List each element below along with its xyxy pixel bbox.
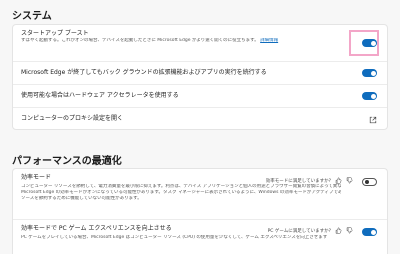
efficiency-mode-desc-3: ソースを節約するために機能していない可能性があります。 xyxy=(21,196,142,201)
background-extensions-row: Microsoft Edge が終了してもバック グラウンドの拡張機能およびアプ… xyxy=(13,62,387,85)
thumbs-up-icon[interactable] xyxy=(335,227,342,234)
startup-boost-title: スタートアップ ブースト xyxy=(21,30,89,37)
efficiency-mode-row: 効率モード コンピューター リソースを節約して、電力消費量を最小限に抑えます。利… xyxy=(13,169,387,220)
thumbs-down-icon[interactable] xyxy=(346,177,353,184)
thumbs-down-icon[interactable] xyxy=(346,227,353,234)
proxy-settings-title: コンピューターのプロキシ設定を開く xyxy=(21,115,124,122)
pc-game-feedback-label: PC ゲームに満足していますか? xyxy=(267,228,331,234)
background-extensions-title: Microsoft Edge が終了してもバック グラウンドの拡張機能およびアプ… xyxy=(21,69,267,76)
learn-more-link[interactable]: 詳細情報 xyxy=(260,38,278,43)
efficiency-feedback: 効率モードに満足していますか? xyxy=(266,177,353,184)
startup-boost-desc: すばやく起動する。これがオンの場合、デバイスを起動したときに Microsoft… xyxy=(21,38,279,43)
efficiency-mode-toggle[interactable] xyxy=(362,178,377,186)
performance-card: 効率モード コンピューター リソースを節約して、電力消費量を最小限に抑えます。利… xyxy=(12,168,388,254)
startup-boost-row: スタートアップ ブースト すばやく起動する。これがオンの場合、デバイスを起動した… xyxy=(13,25,387,62)
proxy-settings-row[interactable]: コンピューターのプロキシ設定を開く xyxy=(13,108,387,129)
system-section-title: システム xyxy=(12,11,52,22)
thumbs-up-icon[interactable] xyxy=(335,177,342,184)
startup-boost-toggle[interactable] xyxy=(362,39,377,47)
hardware-accel-toggle[interactable] xyxy=(362,92,377,100)
background-extensions-toggle[interactable] xyxy=(362,69,377,77)
pc-game-desc: PC ゲームをプレイしている場合、Microsoft Edge はコンピューター… xyxy=(21,235,328,240)
system-card: スタートアップ ブースト すばやく起動する。これがオンの場合、デバイスを起動した… xyxy=(12,24,388,130)
pc-game-toggle[interactable] xyxy=(362,228,377,236)
performance-section-title: パフォーマンスの最適化 xyxy=(12,156,122,167)
external-link-icon[interactable] xyxy=(369,116,377,124)
hardware-accel-title: 使用可能な場合はハードウェア アクセラレータを使用する xyxy=(21,92,179,99)
pc-game-row: 効率モードで PC ゲーム エクスペリエンスを向上させる PC ゲームをプレイし… xyxy=(13,220,387,254)
pc-game-feedback: PC ゲームに満足していますか? xyxy=(268,227,353,234)
hardware-accel-row: 使用可能な場合はハードウェア アクセラレータを使用する xyxy=(13,85,387,108)
efficiency-feedback-label: 効率モードに満足していますか? xyxy=(265,178,331,184)
